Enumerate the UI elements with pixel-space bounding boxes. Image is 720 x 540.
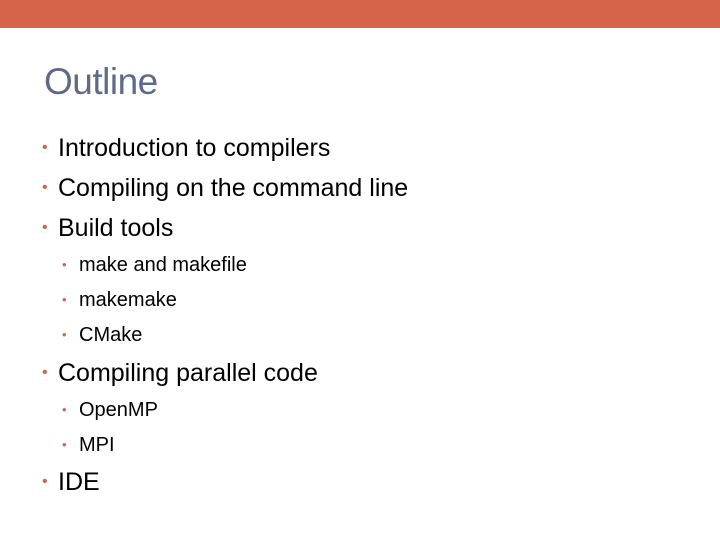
bullet-text: makemake <box>79 289 177 311</box>
bullet-item: • Build tools <box>42 213 174 243</box>
bullet-item: • Introduction to compilers <box>42 133 331 163</box>
bullet-text: make and makefile <box>79 254 247 276</box>
bullet-icon: • <box>42 473 48 490</box>
bullet-icon: • <box>62 327 67 342</box>
bullet-item: • Compiling parallel code <box>42 358 318 388</box>
bullet-text: OpenMP <box>79 399 158 421</box>
sub-bullet-item: • MPI <box>62 432 115 458</box>
bullet-icon: • <box>42 179 48 196</box>
accent-bar <box>0 0 720 28</box>
sub-bullet-item: • CMake <box>62 322 143 348</box>
bullet-icon: • <box>42 139 48 156</box>
sub-bullet-item: • make and makefile <box>62 252 247 278</box>
sub-bullet-item: • OpenMP <box>62 397 158 423</box>
bullet-text: Introduction to compilers <box>58 134 331 162</box>
bullet-icon: • <box>62 437 67 452</box>
bullet-icon: • <box>62 402 67 417</box>
bullet-icon: • <box>42 364 48 381</box>
bullet-text: CMake <box>79 324 143 346</box>
bullet-item: • IDE <box>42 467 100 497</box>
bullet-text: Build tools <box>58 214 174 242</box>
bullet-text: Compiling parallel code <box>58 359 318 387</box>
bullet-icon: • <box>62 292 67 307</box>
bullet-item: • Compiling on the command line <box>42 173 409 203</box>
sub-bullet-item: • makemake <box>62 287 177 313</box>
bullet-icon: • <box>62 257 67 272</box>
bullet-text: MPI <box>79 434 115 456</box>
bullet-text: IDE <box>58 468 100 496</box>
bullet-text: Compiling on the command line <box>58 174 409 202</box>
slide-title: Outline <box>44 61 158 102</box>
bullet-icon: • <box>42 219 48 236</box>
